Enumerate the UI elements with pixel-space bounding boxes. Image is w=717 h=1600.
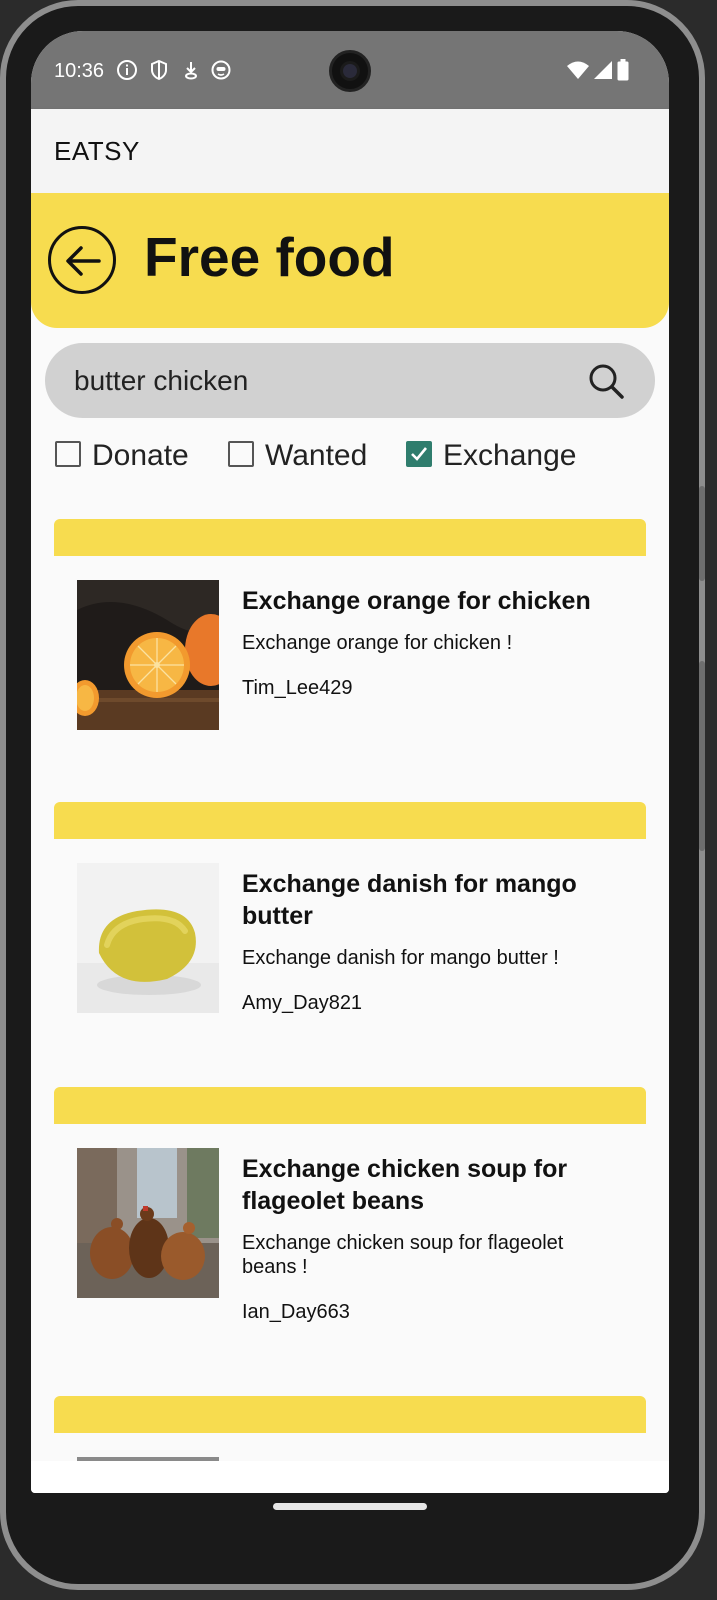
listing-user: Ian_Day663	[242, 1301, 350, 1323]
listing-title: Exchange chicken soup for flageolet bean…	[242, 1155, 568, 1215]
power-button	[699, 661, 705, 851]
search-icon[interactable]	[586, 361, 626, 401]
wanted-checkbox[interactable]	[228, 441, 254, 467]
bottom-strip	[31, 1461, 669, 1493]
shield-icon	[151, 59, 167, 81]
download-icon	[185, 62, 197, 80]
phone-frame: 10:36 EATSY Free food butter chicken Don…	[0, 0, 705, 1590]
search-query[interactable]: butter chicken	[74, 365, 248, 397]
card-header-band	[54, 802, 646, 839]
filter-row: Donate Wanted Exchange	[31, 439, 669, 491]
card-header-band	[54, 519, 646, 556]
signal-icon	[594, 61, 612, 79]
exchange-checkbox[interactable]	[406, 441, 432, 467]
front-camera	[329, 50, 371, 92]
app-title: EATSY	[54, 136, 140, 166]
status-time: 10:36	[54, 60, 105, 82]
app-screen: 10:36 EATSY Free food butter chicken Don…	[31, 31, 669, 1493]
listing-description: Exchange chicken soup for flageolet bean…	[242, 1232, 564, 1278]
filter-label: Donate	[92, 439, 189, 472]
donate-checkbox[interactable]	[55, 441, 81, 467]
filter-label: Wanted	[265, 439, 368, 472]
app-bar: EATSY	[31, 109, 669, 193]
listing-user: Amy_Day821	[242, 992, 363, 1014]
orange-photo	[77, 580, 219, 730]
page-title: Free food	[144, 226, 395, 288]
battery-icon	[617, 59, 629, 81]
filter-label: Exchange	[443, 439, 577, 472]
listing-title: Exchange orange for chicken	[242, 587, 591, 615]
listing-description: Exchange orange for chicken !	[242, 632, 513, 654]
face-icon	[211, 60, 231, 80]
listing-description: Exchange danish for mango butter !	[242, 947, 559, 969]
chickens-photo	[77, 1148, 219, 1298]
card-header-band	[54, 1396, 646, 1433]
volume-button	[699, 486, 705, 581]
back-arrow-icon	[66, 246, 101, 276]
card-header-band	[54, 1087, 646, 1124]
back-button[interactable]	[48, 226, 116, 294]
page-header: Free food	[31, 193, 669, 328]
info-icon	[117, 60, 137, 80]
listing-title: Exchange danish for mango butter	[242, 870, 577, 930]
wifi-icon	[567, 61, 589, 79]
mango-photo	[77, 863, 219, 1013]
checkmark-icon	[411, 447, 428, 461]
listing-user: Tim_Lee429	[242, 677, 353, 699]
search-input[interactable]: butter chicken	[45, 343, 655, 418]
home-gesture-bar[interactable]	[273, 1503, 427, 1510]
status-bar: 10:36	[31, 31, 669, 109]
